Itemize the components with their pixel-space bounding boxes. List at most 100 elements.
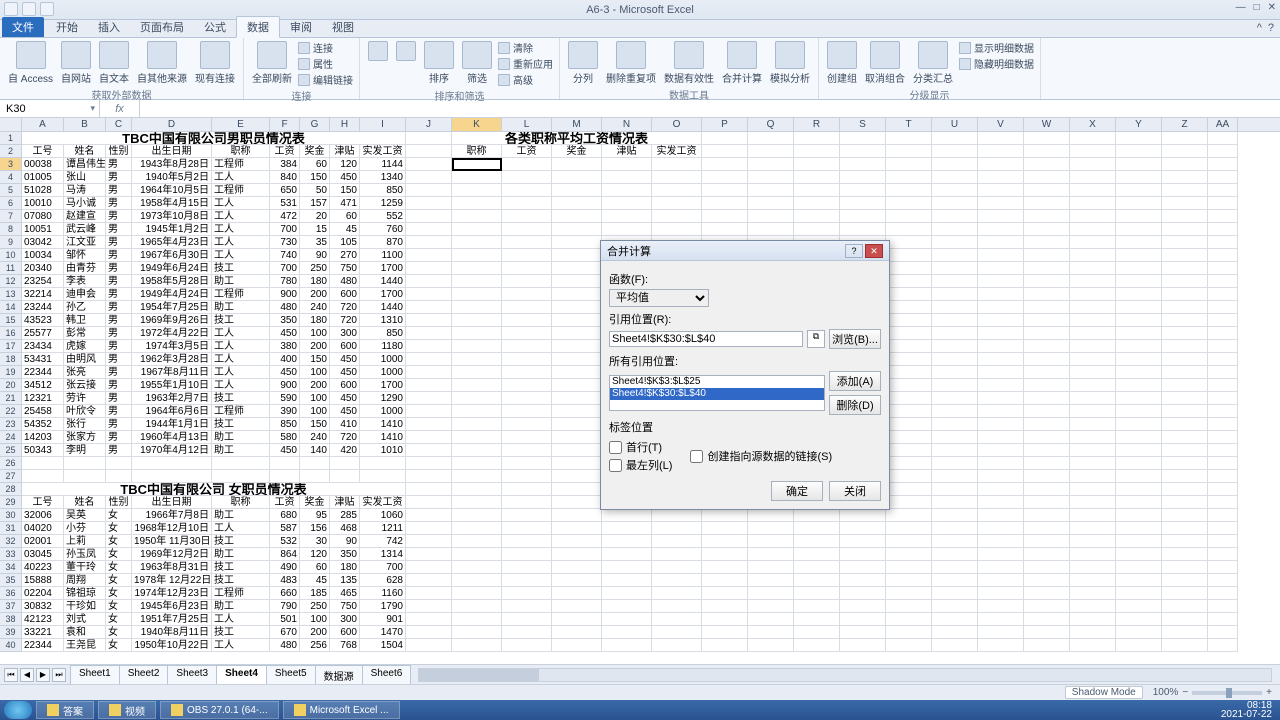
qat-redo-icon[interactable] bbox=[40, 2, 54, 16]
col-header[interactable]: I bbox=[360, 118, 406, 131]
browse-button[interactable]: 浏览(B)... bbox=[829, 329, 881, 349]
ribbon: 自 Access自网站自文本自其他来源现有连接 获取外部数据 全部刷新 连接属性… bbox=[0, 38, 1280, 100]
filter-button[interactable]: 筛选 bbox=[460, 40, 494, 86]
col-header[interactable]: R bbox=[794, 118, 840, 131]
col-header[interactable]: U bbox=[932, 118, 978, 131]
window-title: A6-3 - Microsoft Excel bbox=[586, 4, 694, 16]
ribbon-btn[interactable]: 现有连接 bbox=[193, 40, 237, 86]
add-button[interactable]: 添加(A) bbox=[829, 371, 881, 391]
sheet-tab[interactable]: 数据源 bbox=[315, 665, 363, 685]
taskbar-button[interactable]: OBS 27.0.1 (64-... bbox=[160, 701, 279, 719]
col-header[interactable]: A bbox=[22, 118, 64, 131]
col-header[interactable]: S bbox=[840, 118, 886, 131]
zoom-in-icon[interactable]: + bbox=[1266, 687, 1272, 698]
dialog-help-icon[interactable]: ? bbox=[845, 244, 863, 258]
taskbar-button[interactable]: 答案 bbox=[36, 701, 94, 719]
sort-button[interactable]: 排序 bbox=[422, 40, 456, 86]
col-header[interactable]: H bbox=[330, 118, 360, 131]
reference-input[interactable] bbox=[609, 331, 803, 347]
start-button[interactable] bbox=[4, 701, 32, 719]
sheet-nav: ⏮ ◀ ▶ ⏭ bbox=[0, 668, 70, 682]
qat-undo-icon[interactable] bbox=[22, 2, 36, 16]
col-header[interactable]: D bbox=[132, 118, 212, 131]
ribbon-btn[interactable]: 自其他来源 bbox=[135, 40, 189, 86]
references-listbox[interactable]: Sheet4!$K$3:$L$25 Sheet4!$K$30:$L$40 bbox=[609, 375, 825, 411]
taskbar-button[interactable]: Microsoft Excel ... bbox=[283, 701, 400, 719]
create-links-checkbox[interactable] bbox=[690, 450, 703, 463]
col-header[interactable]: C bbox=[106, 118, 132, 131]
col-header[interactable]: V bbox=[978, 118, 1024, 131]
tab-1[interactable]: 插入 bbox=[88, 17, 130, 37]
minimize-ribbon-icon[interactable]: ^ bbox=[1257, 22, 1262, 34]
sheet-tab[interactable]: Sheet2 bbox=[119, 665, 169, 685]
ribbon-btn[interactable]: 自文本 bbox=[97, 40, 131, 86]
qat-save-icon[interactable] bbox=[4, 2, 18, 16]
minimize-icon[interactable]: — bbox=[1236, 2, 1246, 13]
sheet-tab[interactable]: Sheet5 bbox=[266, 665, 316, 685]
sort-az-button[interactable] bbox=[366, 40, 390, 62]
col-header[interactable]: G bbox=[300, 118, 330, 131]
maximize-icon[interactable]: □ bbox=[1254, 2, 1260, 13]
zoom-control[interactable]: 100% − + bbox=[1153, 687, 1272, 698]
col-header[interactable]: N bbox=[602, 118, 652, 131]
ribbon-group-sort-filter: 排序 筛选 清除重新应用高级 排序和筛选 bbox=[360, 38, 560, 99]
tab-4[interactable]: 数据 bbox=[236, 16, 280, 38]
col-header[interactable]: Q bbox=[748, 118, 794, 131]
horizontal-scrollbar[interactable] bbox=[418, 668, 1272, 682]
col-header[interactable]: K bbox=[452, 118, 502, 131]
system-clock[interactable]: 08:18 2021-07-22 bbox=[1221, 701, 1276, 719]
ok-button[interactable]: 确定 bbox=[771, 481, 823, 501]
refresh-all-button[interactable]: 全部刷新 bbox=[250, 40, 294, 86]
range-picker-icon[interactable]: ⧉ bbox=[807, 330, 825, 348]
col-header[interactable]: L bbox=[502, 118, 552, 131]
sheet-last-icon[interactable]: ⏭ bbox=[52, 668, 66, 682]
help-icon[interactable]: ? bbox=[1268, 22, 1274, 34]
function-select[interactable]: 平均值 bbox=[609, 289, 709, 307]
sheet-tab[interactable]: Sheet3 bbox=[167, 665, 217, 685]
name-box[interactable]: K30 bbox=[0, 100, 100, 117]
sheet-prev-icon[interactable]: ◀ bbox=[20, 668, 34, 682]
col-header[interactable]: B bbox=[64, 118, 106, 131]
tab-0[interactable]: 开始 bbox=[46, 17, 88, 37]
col-header[interactable]: Y bbox=[1116, 118, 1162, 131]
col-header[interactable]: J bbox=[406, 118, 452, 131]
active-cell[interactable] bbox=[452, 158, 502, 171]
left-col-checkbox[interactable] bbox=[609, 459, 622, 472]
top-row-checkbox[interactable] bbox=[609, 441, 622, 454]
col-header[interactable]: AA bbox=[1208, 118, 1238, 131]
tab-file[interactable]: 文件 bbox=[2, 17, 44, 37]
sheet-tab[interactable]: Sheet6 bbox=[362, 665, 412, 685]
dialog-titlebar[interactable]: 合并计算 ? ✕ bbox=[601, 241, 889, 261]
sheet-first-icon[interactable]: ⏮ bbox=[4, 668, 18, 682]
ribbon-btn[interactable]: 自 Access bbox=[6, 40, 55, 86]
col-header[interactable]: E bbox=[212, 118, 270, 131]
col-header[interactable]: O bbox=[652, 118, 702, 131]
sheet-tab[interactable]: Sheet4 bbox=[216, 665, 267, 685]
dialog-close-icon[interactable]: ✕ bbox=[865, 244, 883, 258]
zoom-out-icon[interactable]: − bbox=[1182, 687, 1188, 698]
cancel-button[interactable]: 关闭 bbox=[829, 481, 881, 501]
col-header[interactable]: P bbox=[702, 118, 748, 131]
col-header[interactable]: M bbox=[552, 118, 602, 131]
taskbar-button[interactable]: 视频 bbox=[98, 701, 156, 719]
sheet-tab[interactable]: Sheet1 bbox=[70, 665, 120, 685]
zoom-slider[interactable] bbox=[1192, 691, 1262, 695]
col-header[interactable]: T bbox=[886, 118, 932, 131]
col-header[interactable]: Z bbox=[1162, 118, 1208, 131]
formula-input[interactable] bbox=[140, 100, 1280, 117]
sheet-next-icon[interactable]: ▶ bbox=[36, 668, 50, 682]
close-icon[interactable]: ✕ bbox=[1268, 2, 1276, 13]
tab-5[interactable]: 审阅 bbox=[280, 17, 322, 37]
tab-3[interactable]: 公式 bbox=[194, 17, 236, 37]
tab-6[interactable]: 视图 bbox=[322, 17, 364, 37]
fx-button[interactable]: fx bbox=[100, 100, 140, 117]
tab-2[interactable]: 页面布局 bbox=[130, 17, 194, 37]
col-header[interactable]: W bbox=[1024, 118, 1070, 131]
col-header[interactable]: X bbox=[1070, 118, 1116, 131]
status-bar: Shadow Mode 100% − + bbox=[0, 684, 1280, 700]
delete-button[interactable]: 删除(D) bbox=[829, 395, 881, 415]
sort-za-button[interactable] bbox=[394, 40, 418, 62]
col-header[interactable]: F bbox=[270, 118, 300, 131]
ribbon-btn[interactable]: 自网站 bbox=[59, 40, 93, 86]
select-all-corner[interactable] bbox=[0, 118, 22, 131]
